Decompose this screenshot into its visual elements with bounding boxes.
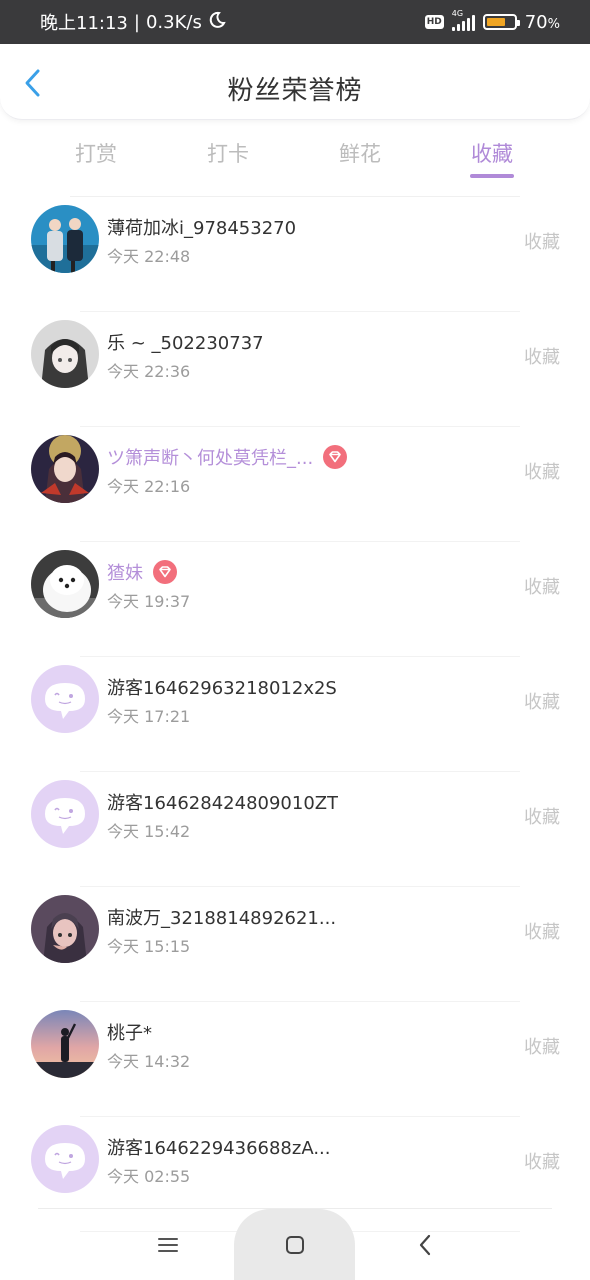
- back-triangle-icon: [419, 1234, 431, 1255]
- avatar[interactable]: [31, 895, 99, 963]
- timestamp: 今天 22:36: [107, 362, 191, 381]
- name-line: 薄荷加冰i_978453270: [107, 214, 296, 240]
- list-item[interactable]: 游客16462963218012x2S 今天 17:21 收藏: [0, 657, 590, 772]
- action-label: 收藏: [524, 1037, 560, 1058]
- name-line: 乐 ~ _502230737: [107, 329, 264, 355]
- tab-label: 鲜花: [339, 142, 381, 166]
- list-item[interactable]: 薄荷加冰i_978453270 今天 22:48 收藏: [0, 197, 590, 312]
- username: 薄荷加冰i_978453270: [107, 218, 297, 239]
- menu-button[interactable]: [138, 1209, 198, 1280]
- hd-icon: HD: [424, 15, 444, 29]
- tab-label: 打赏: [75, 142, 117, 166]
- list-item[interactable]: ツ箫声断丶何处莫凭栏_... 今天 22:16 收藏: [0, 427, 590, 542]
- status-left: 晚上11:13 | 0.3K/s: [40, 9, 226, 35]
- status-time: 晚上11:13: [40, 13, 128, 34]
- avatar[interactable]: [31, 320, 99, 388]
- name-line: 桃子*: [107, 1019, 152, 1045]
- diamond-badge-icon: [153, 560, 177, 584]
- status-bar: 晚上11:13 | 0.3K/s HD 4G 70%: [0, 0, 590, 44]
- list-item[interactable]: 猹妹 今天 19:37 收藏: [0, 542, 590, 657]
- network-type: 4G: [451, 9, 464, 18]
- username: 桃子*: [107, 1023, 152, 1044]
- timestamp: 今天 19:37: [107, 592, 191, 611]
- system-back-button[interactable]: [395, 1209, 455, 1280]
- timestamp: 今天 15:42: [107, 822, 191, 841]
- timestamp: 今天 02:55: [107, 1167, 191, 1186]
- action-label: 收藏: [524, 1152, 560, 1173]
- tab-flowers[interactable]: 鲜花: [294, 130, 426, 190]
- avatar[interactable]: [31, 435, 99, 503]
- diamond-badge-icon: [323, 445, 348, 469]
- action-label: 收藏: [524, 232, 560, 253]
- username: 乐 ~ _502230737: [107, 333, 264, 354]
- username: 游客164628424809010ZT: [107, 793, 339, 814]
- active-tab-indicator: [470, 174, 514, 178]
- avatar[interactable]: [31, 665, 99, 733]
- home-button[interactable]: [234, 1209, 355, 1280]
- tab-reward[interactable]: 打赏: [30, 130, 162, 190]
- action-label: 收藏: [524, 577, 560, 598]
- menu-icon: [158, 1237, 178, 1252]
- action-label: 收藏: [524, 347, 560, 368]
- tab-checkin[interactable]: 打卡: [162, 130, 294, 190]
- list-item[interactable]: 桃子* 今天 14:32 收藏: [0, 1002, 590, 1117]
- battery-icon: [482, 14, 520, 30]
- name-line: 游客1646229436688zA...: [107, 1134, 331, 1160]
- action-label: 收藏: [524, 462, 560, 483]
- system-nav-bar: [0, 1209, 590, 1280]
- tab-favorites[interactable]: 收藏: [426, 130, 558, 190]
- list-item[interactable]: 游客164628424809010ZT 今天 15:42 收藏: [0, 772, 590, 887]
- name-line: 游客16462963218012x2S: [107, 674, 337, 700]
- name-line: 南波万_3218814892621...: [107, 904, 336, 930]
- status-separator: |: [133, 11, 140, 33]
- header: 粉丝荣誉榜: [0, 44, 590, 120]
- username: 猹妹: [107, 563, 143, 584]
- username: 游客16462963218012x2S: [107, 678, 337, 699]
- avatar[interactable]: [31, 1125, 99, 1193]
- name-line: 猹妹: [107, 559, 177, 585]
- moon-icon: [208, 11, 226, 34]
- list-item[interactable]: 南波万_3218814892621... 今天 15:15 收藏: [0, 887, 590, 1002]
- status-speed: 0.3K/s: [145, 11, 202, 33]
- avatar[interactable]: [31, 780, 99, 848]
- timestamp: 今天 22:16: [107, 477, 191, 496]
- name-line: ツ箫声断丶何处莫凭栏_...: [107, 444, 348, 470]
- avatar[interactable]: [31, 205, 99, 273]
- action-label: 收藏: [524, 692, 560, 713]
- username: 南波万_3218814892621...: [107, 908, 337, 929]
- list-item[interactable]: 乐 ~ _502230737 今天 22:36 收藏: [0, 312, 590, 427]
- status-right: HD 4G 70%: [424, 9, 560, 33]
- signal-icon: 4G: [451, 9, 475, 31]
- page-title: 粉丝荣誉榜: [227, 76, 363, 106]
- tab-bar: 打赏 打卡 鲜花 收藏: [0, 130, 590, 190]
- tab-label: 收藏: [471, 142, 513, 166]
- timestamp: 今天 17:21: [107, 707, 191, 726]
- battery-percent: 70%: [524, 11, 560, 33]
- timestamp: 今天 15:15: [107, 937, 191, 956]
- avatar[interactable]: [31, 1010, 99, 1078]
- avatar[interactable]: [31, 550, 99, 618]
- timestamp: 今天 22:48: [107, 247, 191, 266]
- timestamp: 今天 14:32: [107, 1052, 191, 1071]
- fan-list: 薄荷加冰i_978453270 今天 22:48 收藏 乐 ~ _5022307…: [0, 197, 590, 1232]
- tab-label: 打卡: [207, 142, 249, 166]
- home-square-icon: [285, 1235, 304, 1254]
- action-label: 收藏: [524, 807, 560, 828]
- action-label: 收藏: [524, 922, 560, 943]
- name-line: 游客164628424809010ZT: [107, 789, 338, 815]
- username: ツ箫声断丶何处莫凭栏_...: [107, 448, 314, 469]
- username: 游客1646229436688zA...: [107, 1138, 331, 1159]
